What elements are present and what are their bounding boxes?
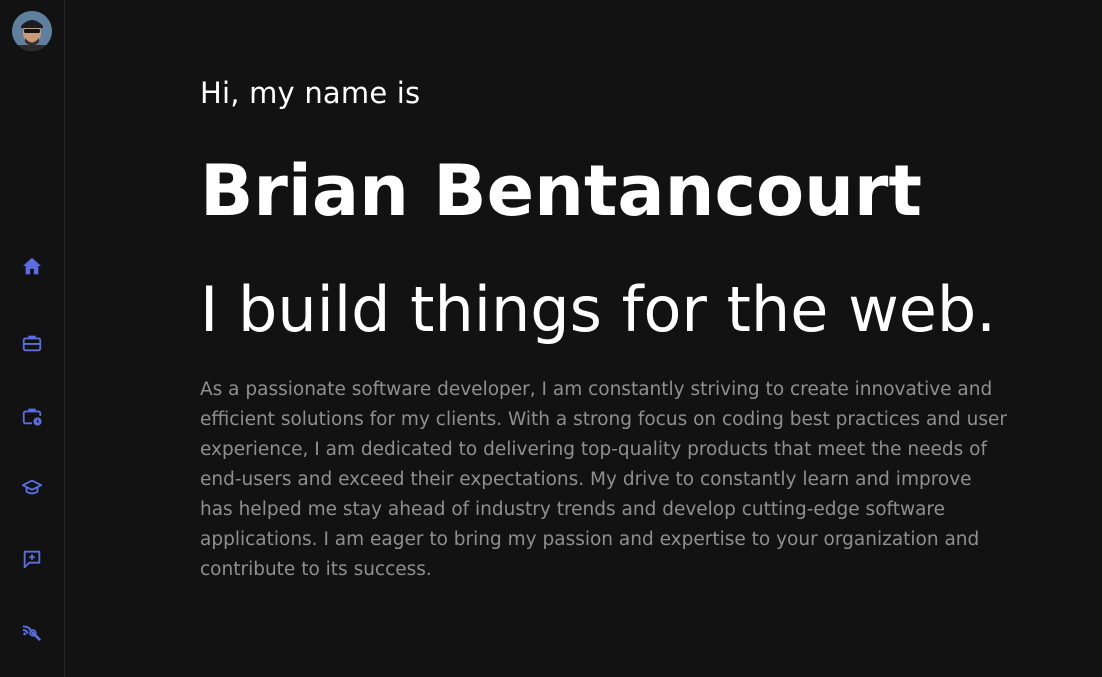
nav-experience[interactable]	[20, 404, 44, 428]
nav-contact[interactable]	[20, 547, 44, 571]
nav-work[interactable]	[20, 331, 44, 355]
tagline: I build things for the web.	[200, 273, 996, 346]
avatar-image	[12, 11, 52, 51]
graduation-cap-icon	[21, 479, 43, 495]
nav-education[interactable]	[20, 475, 44, 499]
nav-home[interactable]	[20, 254, 44, 278]
briefcase-clock-icon	[22, 408, 42, 426]
sidebar	[0, 0, 65, 677]
message-plus-icon	[23, 550, 41, 569]
home-icon	[22, 257, 42, 275]
avatar[interactable]	[12, 11, 52, 51]
briefcase-icon	[22, 335, 42, 352]
bio-paragraph: As a passionate software developer, I am…	[200, 379, 1007, 580]
page-title: Brian Bentancourt	[200, 150, 922, 232]
greeting-text: Hi, my name is	[200, 76, 421, 110]
signal-wrench-icon	[22, 625, 41, 641]
nav-skills[interactable]	[20, 620, 44, 644]
